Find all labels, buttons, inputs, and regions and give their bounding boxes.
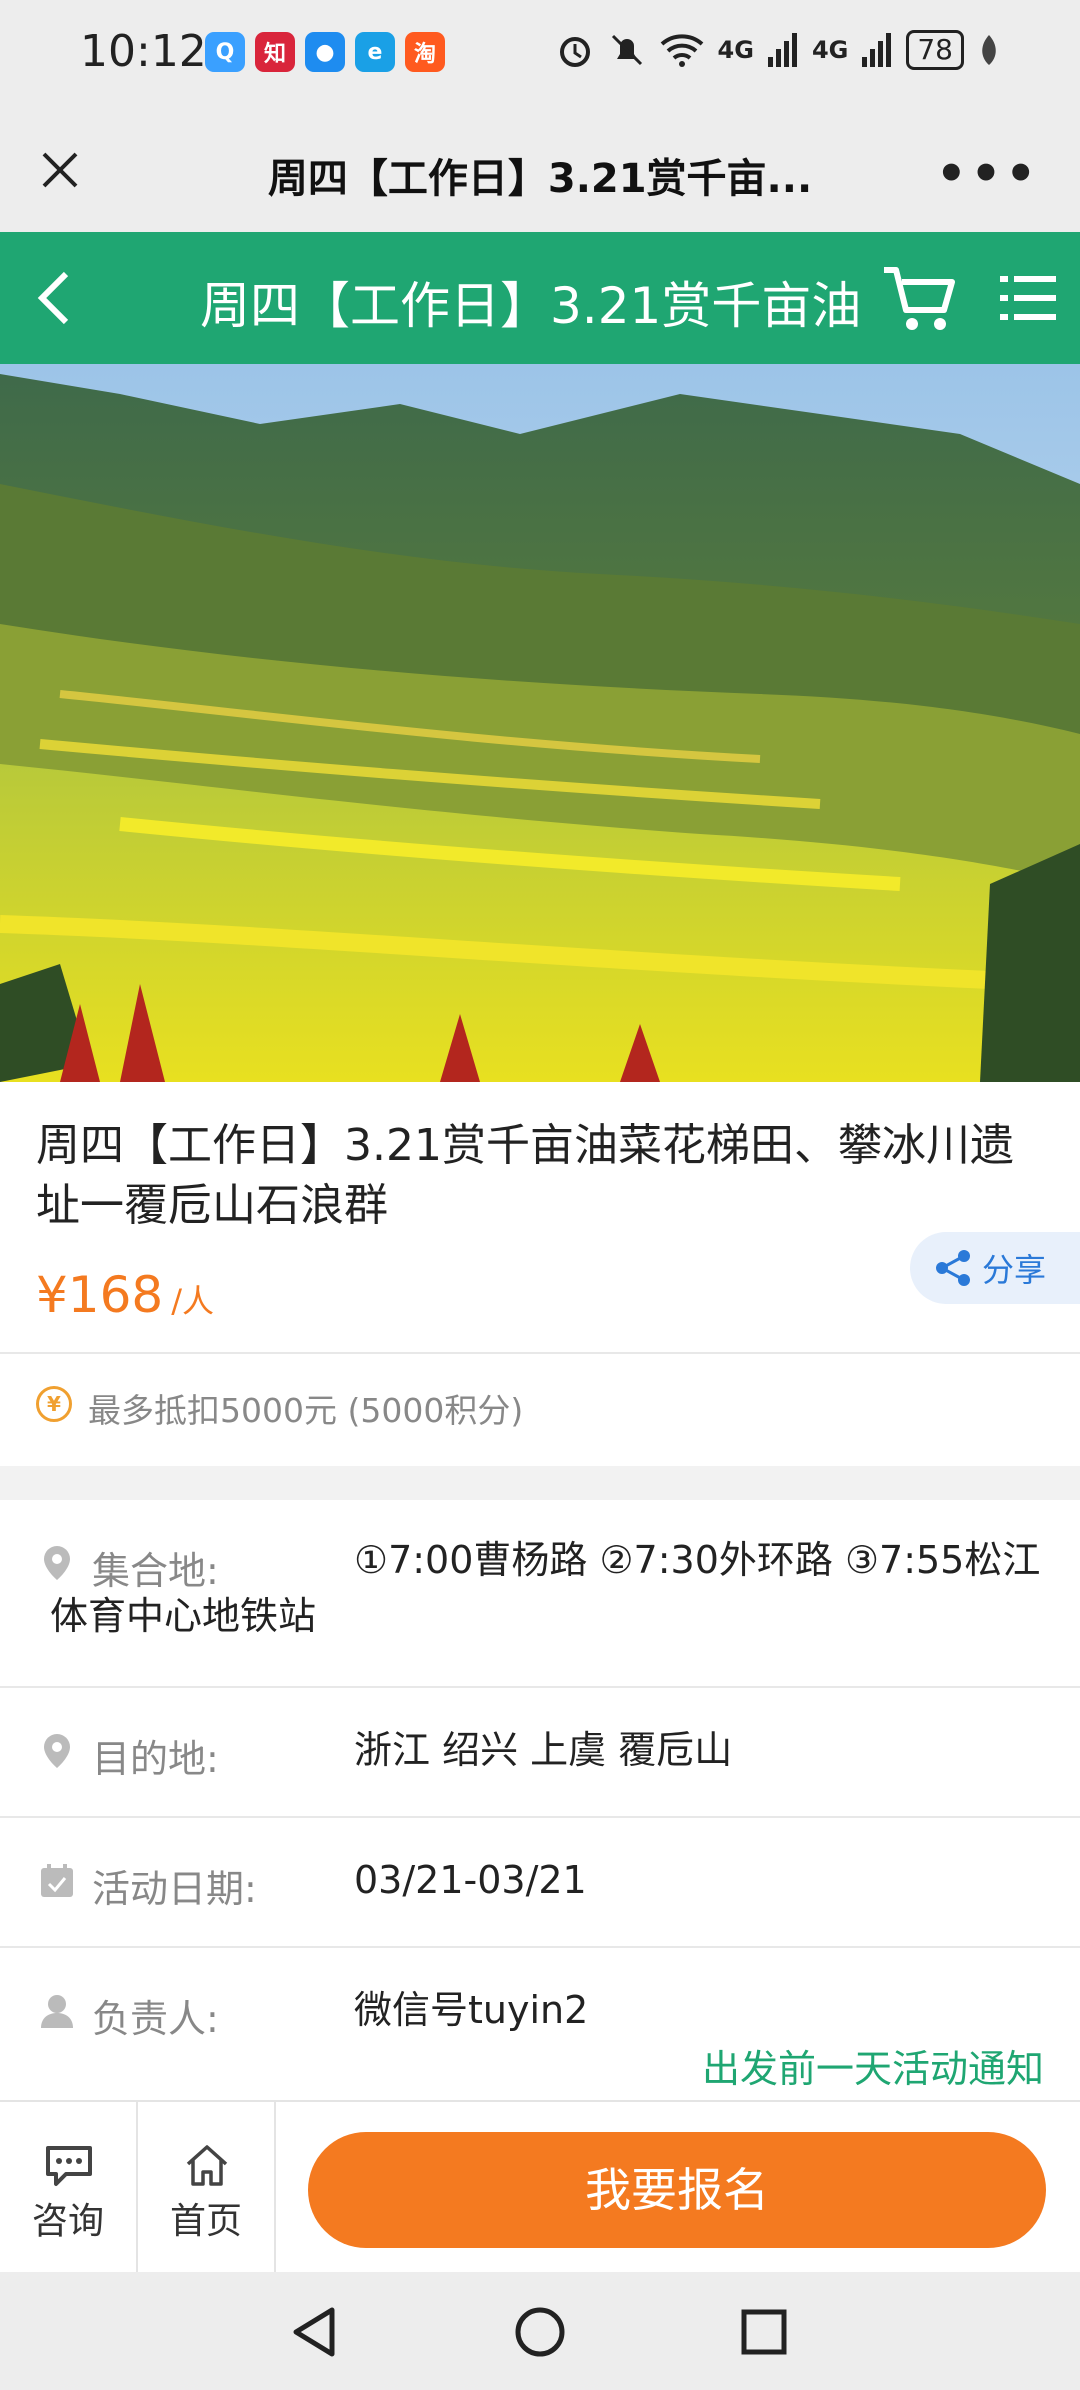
date-row: 活动日期: 03/21-03/21 xyxy=(0,1818,1080,1946)
back-arrow-icon[interactable] xyxy=(30,266,80,330)
consult-label: 咨询 xyxy=(31,2201,104,2242)
system-icons: 4G 4G 78 xyxy=(556,30,1000,70)
home-button[interactable]: 首页 xyxy=(138,2102,274,2272)
coin-icon: ¥ xyxy=(36,1386,72,1422)
nav-back-icon[interactable] xyxy=(290,2306,338,2358)
section-gap xyxy=(0,1466,1080,1500)
consult-button[interactable]: 咨询 xyxy=(0,2102,136,2272)
signal-icon xyxy=(862,33,892,67)
chat-bubble-icon xyxy=(46,2146,92,2186)
signal-icon xyxy=(767,33,797,67)
nav-home-icon[interactable] xyxy=(514,2306,566,2358)
notification-icons: Q 知 ● e 淘 xyxy=(205,32,445,72)
home-icon xyxy=(186,2145,228,2186)
status-time: 10:12 xyxy=(80,26,207,77)
price-value: ¥168 xyxy=(36,1266,164,1324)
separator xyxy=(274,2102,276,2272)
signup-button[interactable]: 我要报名 xyxy=(308,2132,1046,2248)
app-header: 周四【工作日】3.21赏千亩油 xyxy=(0,232,1080,364)
share-button[interactable]: 分享 xyxy=(910,1232,1080,1304)
calendar-icon xyxy=(41,1864,73,1897)
status-bar: 10:12 Q 知 ● e 淘 4G 4G 78 xyxy=(0,0,1080,110)
taobao-icon: 淘 xyxy=(405,32,445,72)
close-icon[interactable] xyxy=(30,140,90,200)
leader-label: 负责人: xyxy=(92,1997,219,2041)
wechat-nav-bar: 周四【工作日】3.21赏千亩... ••• xyxy=(0,110,1080,232)
more-options-button[interactable]: ••• xyxy=(936,146,1040,202)
hero-image xyxy=(0,364,1080,1082)
points-deduction: ¥ 最多抵扣5000元 (5000积分) xyxy=(0,1354,1080,1466)
gather-value: ①7:00曹杨路 ②7:30外环路 ③7:55松江体育中心地铁站 xyxy=(50,1532,1050,1644)
leader-value: 微信号tuyin2 xyxy=(354,1988,589,2032)
signal-label-2: 4G xyxy=(811,36,849,64)
date-value: 03/21-03/21 xyxy=(354,1858,587,1902)
zhihu-icon: 知 xyxy=(255,32,295,72)
destination-label: 目的地: xyxy=(92,1737,219,1781)
gather-value-text: ①7:00曹杨路 ②7:30外环路 ③7:55松江体育中心地铁站 xyxy=(50,1538,1041,1638)
destination-value: 浙江 绍兴 上虞 覆卮山 xyxy=(354,1728,733,1772)
wifi-icon xyxy=(660,34,703,67)
location-pin-icon xyxy=(44,1734,70,1768)
date-label: 活动日期: xyxy=(92,1867,257,1911)
wechat-page-title: 周四【工作日】3.21赏千亩... xyxy=(267,156,813,202)
edge-icon: e xyxy=(355,32,395,72)
points-text: 最多抵扣5000元 (5000积分) xyxy=(88,1391,524,1430)
cart-icon[interactable] xyxy=(880,260,960,336)
bottom-action-bar: 咨询 首页 我要报名 xyxy=(0,2100,1080,2272)
share-icon xyxy=(936,1250,970,1286)
price-unit: /人 xyxy=(171,1282,215,1320)
product-price: ¥168/人 xyxy=(36,1266,214,1324)
person-icon xyxy=(41,1995,73,2028)
leaf-icon xyxy=(982,35,996,65)
home-label: 首页 xyxy=(169,2201,242,2242)
alarm-icon xyxy=(559,37,590,67)
notice-text: 出发前一天活动通知 xyxy=(701,2047,1044,2091)
product-title: 周四【工作日】3.21赏千亩油菜花梯田、攀冰川遗址一覆卮山石浪群 xyxy=(36,1120,1014,1231)
app-title: 周四【工作日】3.21赏千亩油 xyxy=(200,277,862,335)
message-icon: ● xyxy=(305,32,345,72)
nav-recents-icon[interactable] xyxy=(740,2308,788,2356)
qq-browser-icon: Q xyxy=(205,32,245,72)
battery-indicator: 78 xyxy=(906,30,964,70)
landscape-illustration xyxy=(0,364,1080,1082)
share-label: 分享 xyxy=(982,1251,1047,1289)
android-nav-bar xyxy=(0,2272,1080,2390)
signal-label-1: 4G xyxy=(717,36,754,64)
destination-row: 目的地: 浙江 绍兴 上虞 覆卮山 xyxy=(0,1688,1080,1816)
mute-icon xyxy=(611,34,642,66)
menu-icon[interactable] xyxy=(1000,270,1056,326)
product-summary: 周四【工作日】3.21赏千亩油菜花梯田、攀冰川遗址一覆卮山石浪群 ¥168/人 xyxy=(0,1082,1080,1352)
